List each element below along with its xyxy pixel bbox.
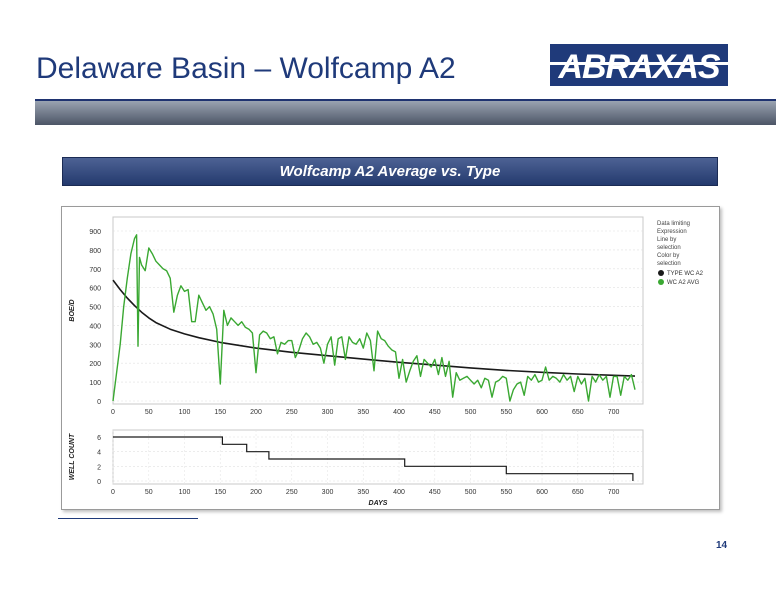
x-tick-label: 100	[179, 409, 191, 416]
well-y-tick-label: 6	[97, 435, 101, 442]
legend-item-label: TYPE WC A2	[667, 271, 704, 277]
legend-heading-text: selection	[657, 245, 681, 251]
y-tick-label: 400	[89, 323, 101, 330]
well-y-tick-label: 2	[97, 464, 101, 471]
well-x-tick-label: 0	[111, 489, 115, 496]
y-tick-label: 0	[97, 399, 101, 406]
x-tick-label: 0	[111, 409, 115, 416]
well-x-tick-label: 500	[465, 489, 477, 496]
legend-heading-text: Data limiting	[657, 221, 690, 227]
x-tick-label: 600	[536, 409, 548, 416]
well-x-tick-label: 400	[393, 489, 405, 496]
x-tick-label: 550	[500, 409, 512, 416]
x-tick-label: 350	[357, 409, 369, 416]
x-tick-label: 700	[608, 409, 620, 416]
x-tick-label: 500	[465, 409, 477, 416]
y-tick-label: 500	[89, 305, 101, 312]
well-y-tick-label: 0	[97, 479, 101, 486]
abraxas-logo: ABRAXAS	[550, 44, 728, 86]
well-x-tick-label: 650	[572, 489, 584, 496]
well-x-tick-label: 250	[286, 489, 298, 496]
y-tick-label: 900	[89, 229, 101, 236]
y-axis-label: BOE/D	[69, 299, 76, 321]
legend-heading-text: selection	[657, 261, 681, 267]
legend-heading-text: Color by	[657, 253, 679, 259]
y-tick-label: 600	[89, 286, 101, 293]
well-x-tick-label: 600	[536, 489, 548, 496]
y-tick-label: 700	[89, 267, 101, 274]
well-x-tick-label: 50	[145, 489, 153, 496]
legend-swatch	[658, 279, 664, 285]
well-x-tick-label: 450	[429, 489, 441, 496]
well-y-axis-label: WELL COUNT	[69, 433, 76, 480]
legend-swatch	[658, 270, 664, 276]
well-x-tick-label: 300	[322, 489, 334, 496]
well-x-tick-label: 100	[179, 489, 191, 496]
legend-heading-text: Line by	[657, 237, 676, 243]
footnote-divider	[58, 518, 198, 519]
well-count-plot-area	[112, 429, 644, 485]
title-band	[35, 101, 776, 125]
well-x-tick-label: 350	[357, 489, 369, 496]
chart-frame: 0 100 200 300 400 500 600 700 800 900 0 50 100 150 200…	[61, 206, 720, 510]
well-x-tick-label: 150	[214, 489, 226, 496]
well-x-tick-label: 200	[250, 489, 262, 496]
x-tick-label: 200	[250, 409, 262, 416]
logo-text: ABRAXAS	[557, 48, 720, 86]
x-tick-label: 300	[322, 409, 334, 416]
y-tick-label: 800	[89, 248, 101, 255]
x-axis-label: DAYS	[369, 500, 388, 507]
chart-svg: 01002003004005006007008009000 50 100 150 200…	[69, 216, 704, 507]
page-number: 14	[716, 540, 728, 551]
well-x-tick-label: 550	[500, 489, 512, 496]
x-tick-label: 250	[286, 409, 298, 416]
well-x-tick-label: 700	[608, 489, 620, 496]
y-tick-label: 300	[89, 342, 101, 349]
legend-item-label: WC A2 AVG	[667, 280, 700, 286]
x-tick-label: 50	[145, 409, 153, 416]
well-y-tick-label: 4	[97, 450, 101, 457]
x-tick-label: 450	[429, 409, 441, 416]
chart-header: Wolfcamp A2 Average vs. Type	[62, 157, 718, 186]
slide-title: Delaware Basin – Wolfcamp A2	[36, 52, 456, 85]
y-tick-label: 200	[89, 361, 101, 368]
x-tick-label: 150	[214, 409, 226, 416]
x-tick-label: 400	[393, 409, 405, 416]
y-tick-label: 100	[89, 380, 101, 387]
legend-heading-text: Expression	[657, 229, 687, 235]
x-tick-label: 650	[572, 409, 584, 416]
